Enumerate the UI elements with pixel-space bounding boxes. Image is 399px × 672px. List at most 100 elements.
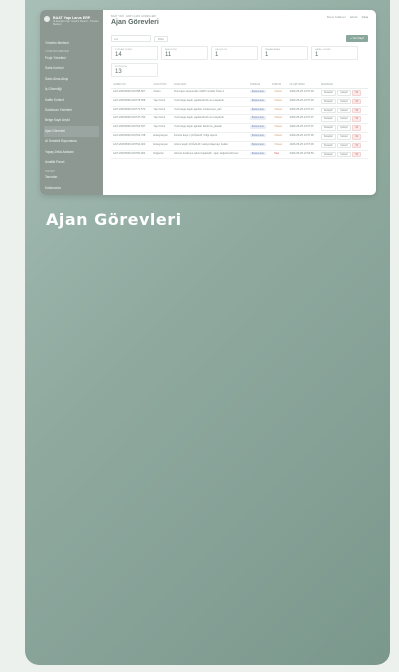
delete-button[interactable]: Sil xyxy=(352,107,362,114)
task-id: AGT-20260525-015788-567 xyxy=(113,90,146,93)
table-cell: Yeni belge kaydı yapılandırıldı ve onayl… xyxy=(171,114,248,125)
created-date: 2026-05-25 13:57:06 xyxy=(289,142,314,146)
task-description: Görev kaydı ÇOĞALDI / aksiyonlaşmayı bek… xyxy=(173,142,229,146)
logout-button[interactable]: Çıkış xyxy=(362,15,368,19)
status-badge: Yüksek xyxy=(274,90,282,93)
app-screenshot: BAAT Yapı Larus ERP AI Destekli Yapı Yön… xyxy=(40,10,376,195)
sidebar-item[interactable]: Yönetim Merkezi xyxy=(44,38,99,48)
search-input[interactable]: Ara xyxy=(111,35,151,42)
table-cell: Yüksek xyxy=(270,88,288,98)
row-actions: Detaylar Çalıştır Sil xyxy=(320,125,366,131)
table-row[interactable]: AGT-20260525-015770-793 Yapı Kontr Yeni be… xyxy=(111,114,368,125)
table-cell: Beklemede xyxy=(247,123,271,133)
details-button[interactable]: Detaylar xyxy=(320,98,336,105)
main-content: BAAT YAPI · ERP / AJAN GÖREVLERİ Ajan Gö… xyxy=(103,10,376,195)
priority-badge: Beklemede xyxy=(249,116,266,120)
table-cell: AGT-20260525-015778-558 xyxy=(111,97,152,107)
toolbar: Ara Filtre + Yeni Kayıt xyxy=(111,35,368,42)
row-actions: Detaylar Çalıştır Sil xyxy=(320,98,366,105)
details-button[interactable]: Detaylar xyxy=(320,151,336,158)
details-button[interactable]: Detaylar xyxy=(320,90,336,96)
table-row[interactable]: AGT-20260525-015778-558 Yapı Kontr Yeni be… xyxy=(111,97,368,107)
run-button[interactable]: Çalıştır xyxy=(337,90,351,96)
table-cell: AGT-20260525-015770-793 xyxy=(111,114,152,125)
delete-button[interactable]: Sil xyxy=(352,90,362,96)
table-body: AGT-20260525-015788-567 Ortam Test kayıt o… xyxy=(111,88,368,160)
run-button[interactable]: Çalıştır xyxy=(337,142,351,149)
table-row[interactable]: AGT-20260525-015788-567 Ortam Test kayıt o… xyxy=(111,88,368,98)
sidebar-item[interactable]: Entegrasyonlar xyxy=(44,194,99,195)
sidebar-item[interactable]: Yapay Zekâ Asistanı xyxy=(44,147,99,157)
table-row[interactable]: AGT-20260525-015762-023 Entegrasyon Görev … xyxy=(111,141,368,151)
agent-type: Yapı Kontr xyxy=(153,125,166,129)
sidebar-item[interactable]: Saha Kontrol xyxy=(44,64,99,74)
sidebar-item[interactable]: Ajan Görevleri xyxy=(44,126,99,137)
sidebar-item[interactable]: Satın Alma Akışı xyxy=(44,74,99,84)
sidebar-item[interactable]: Belge Kayıt Arşivi xyxy=(44,116,99,126)
row-actions: Detaylar Çalıştır Sil xyxy=(320,107,366,114)
run-button[interactable]: Çalıştır xyxy=(337,151,351,158)
table-cell: Yüksek xyxy=(270,106,288,116)
delete-button[interactable]: Sil xyxy=(352,133,362,140)
sidebar-item[interactable]: Kalite Kontrol xyxy=(44,95,99,105)
row-actions: Detaylar Çalıştır Sil xyxy=(320,116,366,122)
priority-badge: Beklemede xyxy=(249,133,266,138)
table-cell: Hizmet özetleme işlemi başlatıldı - Ajan… xyxy=(171,150,248,160)
sidebar-item[interactable]: AI Destekli Raporlama xyxy=(44,137,99,147)
stat-card: TOPLAM GÖREV 14 xyxy=(111,46,158,60)
delete-button[interactable]: Sil xyxy=(352,142,362,149)
row-actions: Detaylar Çalıştır Sil xyxy=(320,133,366,140)
task-id: AGT-20260525-015764-537 xyxy=(113,125,146,129)
delete-button[interactable]: Sil xyxy=(352,116,362,122)
delete-button[interactable]: Sil xyxy=(352,125,362,131)
details-button[interactable]: Detaylar xyxy=(320,116,336,122)
user-name: Demo Kullanıcı xyxy=(326,15,346,19)
table-cell: 2026-05-25 13:57:07 xyxy=(287,114,319,125)
created-date: 2026-05-25 13:57:07 xyxy=(289,125,314,129)
details-button[interactable]: Detaylar xyxy=(320,142,336,149)
sidebar-item[interactable]: İş Güvenliği xyxy=(44,85,99,95)
status-badge: Yüksek xyxy=(274,133,282,137)
priority-badge: Beklemede xyxy=(249,151,266,155)
table-cell: Beklemede xyxy=(247,132,271,142)
table-cell: Test kayıt oluşturuldu / ERP modülü Özet… xyxy=(171,88,248,98)
new-record-button[interactable]: + Yeni Kayıt xyxy=(346,35,368,42)
sidebar-item[interactable]: Doküman Yönetimi xyxy=(44,105,99,115)
task-id: AGT-20260525-015760-964 xyxy=(113,151,146,155)
run-button[interactable]: Çalıştır xyxy=(337,107,351,114)
status-badge: Yüksek xyxy=(274,107,282,111)
run-button[interactable]: Çalıştır xyxy=(337,133,351,140)
task-id: AGT-20260525-015778-558 xyxy=(113,98,146,102)
table-cell: Yeni belge kaydı yapılandırıldı ve onayl… xyxy=(171,97,248,107)
actions-cell: Detaylar Çalıştır Sil xyxy=(318,141,368,151)
table-cell: 2026-05-25 13:56:56 xyxy=(287,150,319,160)
stat-card: KUYRUKTA 13 xyxy=(111,63,158,77)
table-cell: 2026-05-25 13:57:06 xyxy=(287,132,319,142)
table-cell: Hata xyxy=(270,150,288,160)
run-button[interactable]: Çalıştır xyxy=(337,98,351,105)
actions-cell: Detaylar Çalıştır Sil xyxy=(318,114,368,125)
table-row[interactable]: AGT-20260525-015773-573 Yapı Kontr Yeni be… xyxy=(111,106,368,116)
table-row[interactable]: AGT-20260525-015764-537 Yapı Kontr Yeni be… xyxy=(111,123,368,133)
details-button[interactable]: Detaylar xyxy=(320,133,336,140)
run-button[interactable]: Çalıştır xyxy=(337,125,351,131)
details-button[interactable]: Detaylar xyxy=(320,107,336,114)
sidebar-item[interactable]: Tanımlar xyxy=(44,173,99,183)
table-cell: Yüksek xyxy=(270,114,288,125)
task-description: Yeni belge kaydı yapılandırıldı ve onayl… xyxy=(173,98,224,102)
actions-cell: Detaylar Çalıştır Sil xyxy=(318,88,368,98)
table-row[interactable]: AGT-20260525-015762-738 Entegrasyon Kontro… xyxy=(111,132,368,142)
delete-button[interactable]: Sil xyxy=(352,98,362,105)
details-button[interactable]: Detaylar xyxy=(320,125,336,131)
sidebar-item[interactable]: Kullanıcılar xyxy=(44,183,99,193)
delete-button[interactable]: Sil xyxy=(352,151,362,158)
created-date: 2026-05-25 13:57:13 xyxy=(289,107,314,111)
table-row[interactable]: AGT-20260525-015760-964 Değerlen Hizmet öz… xyxy=(111,150,368,160)
table-cell: Yeni belge kaydı ajanları ilerletme_plan… xyxy=(171,123,248,133)
filter-button[interactable]: Filtre xyxy=(154,35,168,42)
sidebar-item[interactable]: Proje Yönetimi xyxy=(44,53,99,63)
status-badge: Yüksek xyxy=(274,125,282,129)
created-date: 2026-05-25 13:57:00 xyxy=(289,90,314,93)
run-button[interactable]: Çalıştır xyxy=(337,116,351,122)
sidebar-item[interactable]: Analitik Panel xyxy=(44,157,99,167)
